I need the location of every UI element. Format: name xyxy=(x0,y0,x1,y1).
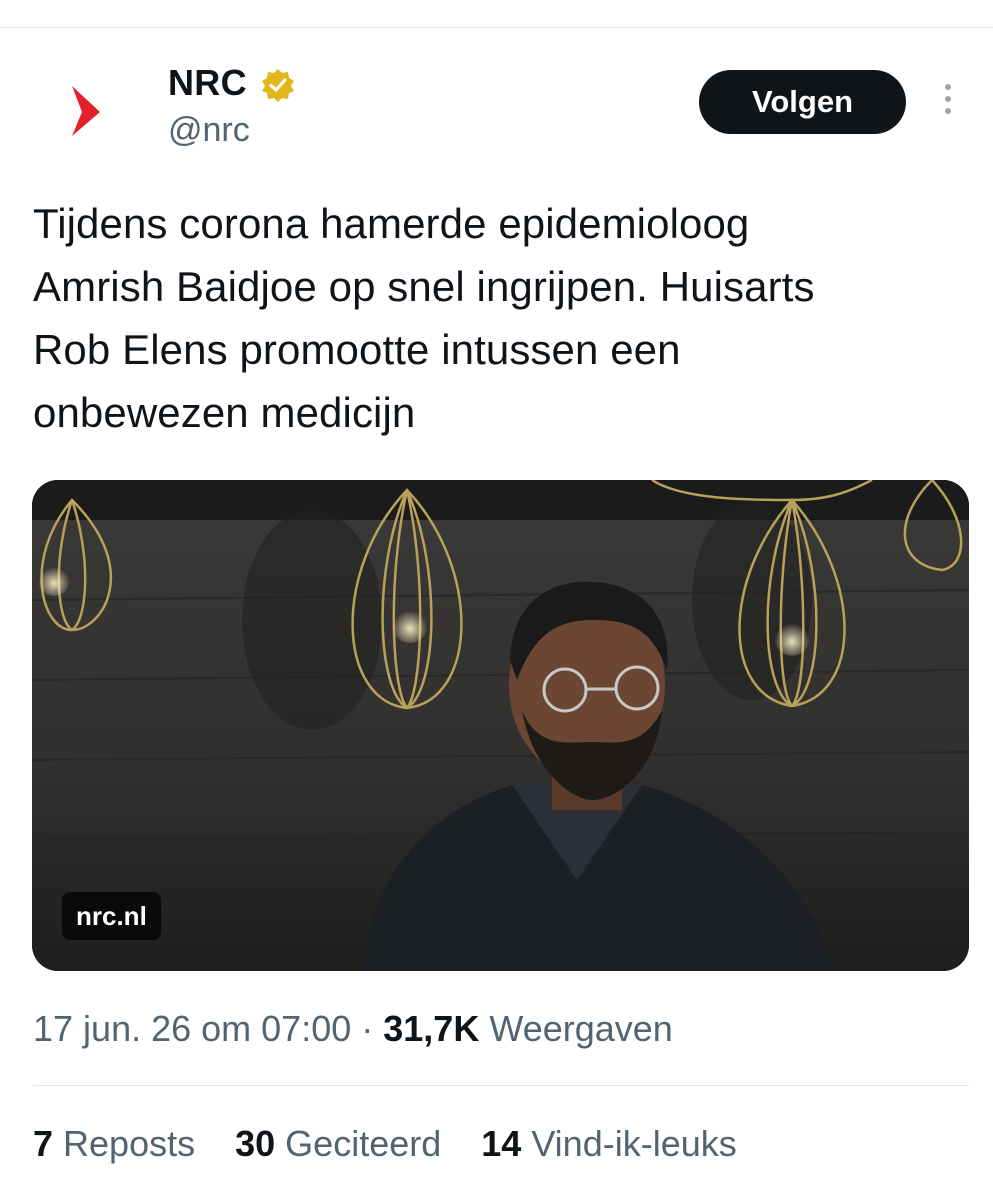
engagement-stats: 7 Reposts 30 Geciteerd 14 Vind-ik-leuks xyxy=(33,1123,767,1165)
author-handle[interactable]: @nrc xyxy=(168,111,250,150)
quotes-stat[interactable]: 30 Geciteerd xyxy=(235,1123,441,1165)
tweet-text-line: Rob Elens promootte intussen een xyxy=(33,326,681,373)
link-domain-badge[interactable]: nrc.nl xyxy=(62,892,161,940)
reposts-stat[interactable]: 7 Reposts xyxy=(33,1123,195,1165)
follow-button[interactable]: Volgen xyxy=(699,70,906,134)
tweet-text-line: Amrish Baidjoe op snel ingrijpen. Huisar… xyxy=(33,263,815,310)
chevron-logo-icon xyxy=(72,86,100,136)
likes-stat[interactable]: 14 Vind-ik-leuks xyxy=(481,1123,736,1165)
quotes-label: Geciteerd xyxy=(285,1123,442,1164)
views-label: Weergaven xyxy=(489,1008,673,1049)
tweet-timestamp[interactable]: 17 jun. 26 om 07:00 xyxy=(33,1008,351,1049)
stats-divider xyxy=(33,1085,969,1086)
likes-count: 14 xyxy=(481,1123,522,1164)
link-card-image[interactable] xyxy=(32,480,969,971)
reposts-label: Reposts xyxy=(63,1123,196,1164)
meta-separator: · xyxy=(361,1008,374,1049)
tweet-text-line: Tijdens corona hamerde epidemioloog xyxy=(33,200,750,247)
likes-label: Vind-ik-leuks xyxy=(531,1123,737,1164)
tweet-text: Tijdens corona hamerde epidemioloog Amri… xyxy=(33,192,963,444)
quotes-count: 30 xyxy=(235,1123,276,1164)
author-name[interactable]: NRC xyxy=(168,62,247,104)
more-options-icon[interactable] xyxy=(930,80,966,124)
top-divider xyxy=(0,27,993,28)
reposts-count: 7 xyxy=(33,1123,54,1164)
views-count: 31,7K xyxy=(383,1008,480,1049)
tweet-meta: 17 jun. 26 om 07:00 · 31,7K Weergaven xyxy=(33,1008,673,1050)
tweet-text-line: onbewezen medicijn xyxy=(33,389,416,436)
verified-badge-icon xyxy=(260,67,296,103)
nrc-logo-avatar[interactable] xyxy=(52,76,112,146)
article-photo xyxy=(32,480,969,971)
